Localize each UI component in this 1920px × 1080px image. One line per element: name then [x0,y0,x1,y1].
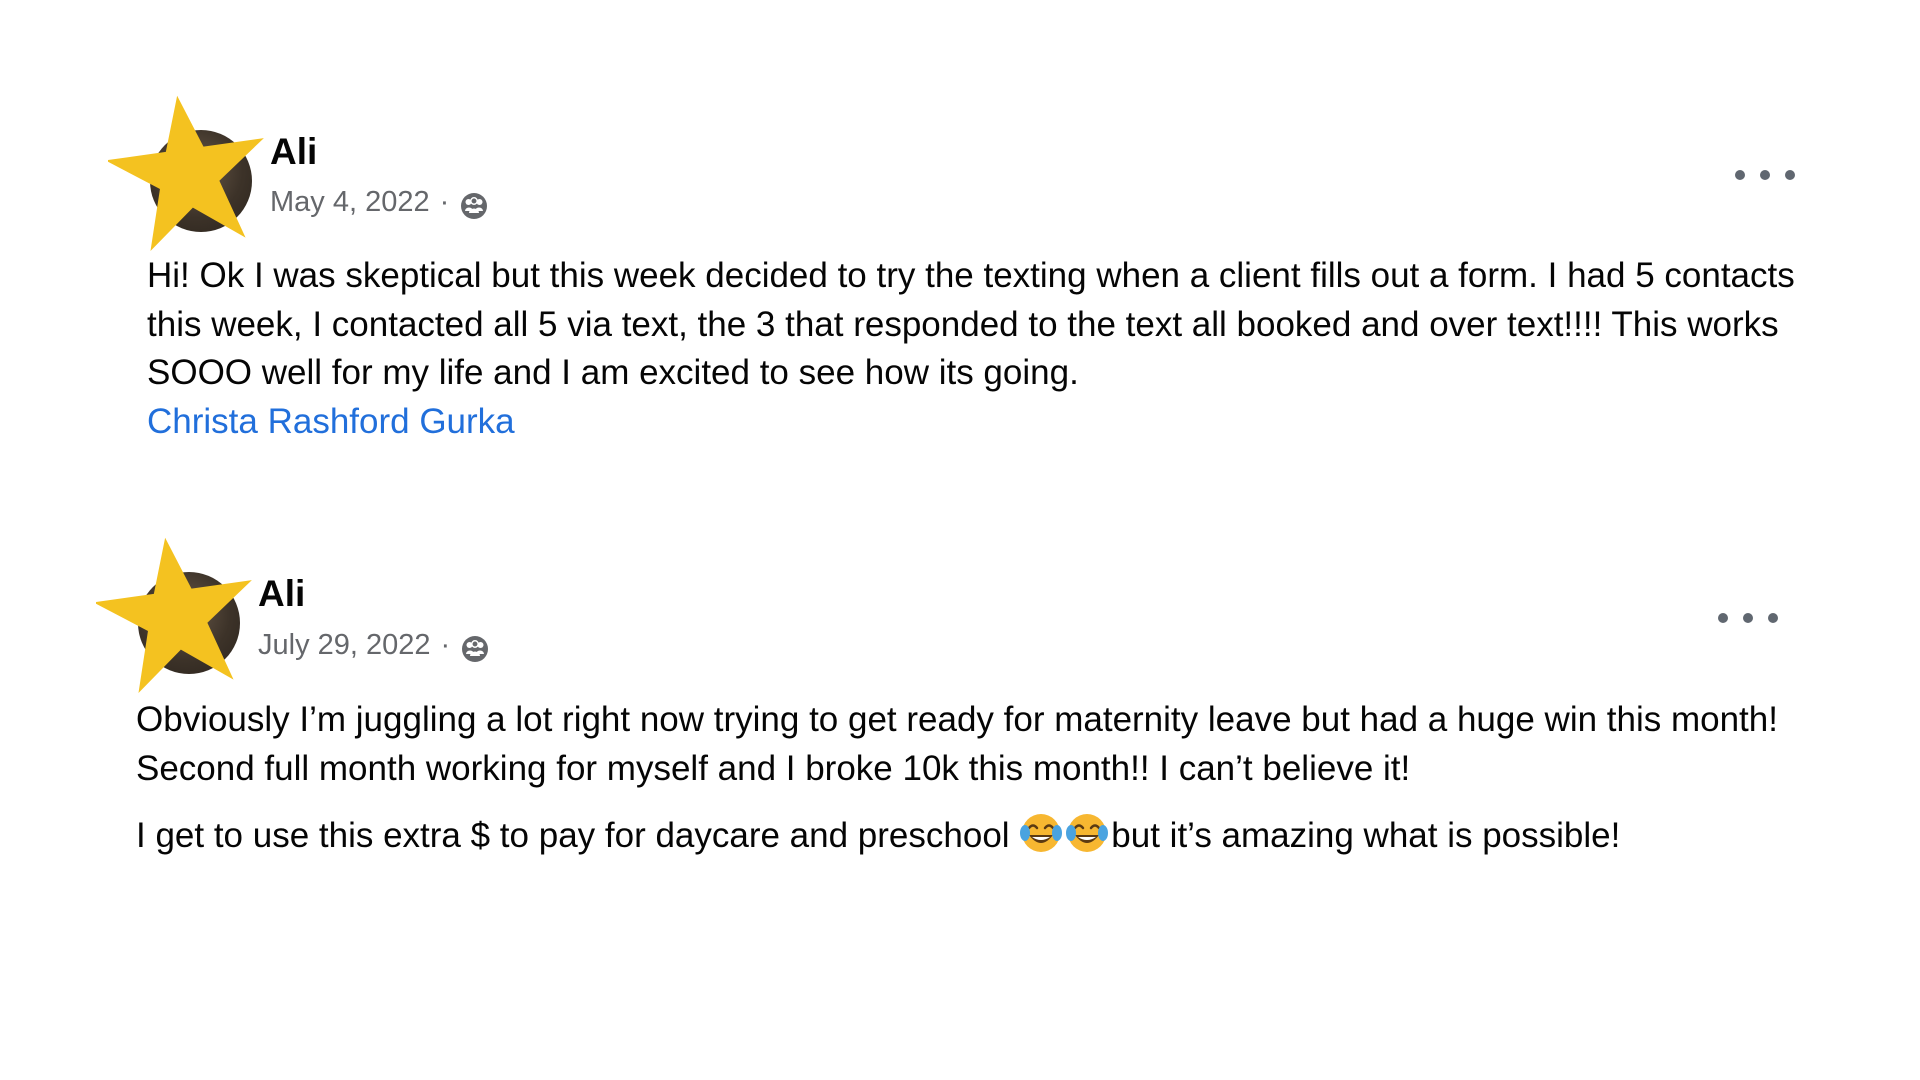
more-options-button[interactable] [1718,598,1778,638]
face-with-tears-of-joy-icon [1020,814,1063,852]
post-text-line: Obviously I’m juggling a lot right now t… [136,700,1778,739]
more-dots-icon [1735,170,1745,180]
more-dots-icon [1768,613,1778,623]
author-name[interactable]: Ali [270,130,317,174]
author-name[interactable]: Ali [258,572,305,616]
star-sticker-icon [108,95,264,251]
more-dots-icon [1785,170,1795,180]
meta-separator: · [439,186,450,218]
face-with-tears-of-joy-icon [1066,814,1109,852]
meta-separator: · [440,629,451,661]
post-meta: May 4, 2022 · [270,184,489,220]
star-sticker-icon [96,537,252,693]
post-body: Obviously I’m juggling a lot right now t… [136,696,1816,861]
more-dots-icon [1743,613,1753,623]
post-text: Hi! Ok I was skeptical but this week dec… [147,256,1795,392]
post-text-line: Second full month working for myself and… [136,748,1411,788]
more-dots-icon [1760,170,1770,180]
post-date[interactable]: July 29, 2022 [258,627,431,663]
more-options-button[interactable] [1735,155,1795,195]
post-text-line: I get to use this extra $ to pay for day… [136,811,1676,861]
mention-link[interactable]: Christa Rashford Gurka [147,402,515,441]
post-text-fragment: I get to use this extra $ to pay for day… [136,816,1020,855]
more-dots-icon [1718,613,1728,623]
group-icon[interactable] [459,191,489,221]
post-meta: July 29, 2022 · [258,627,490,663]
group-icon[interactable] [460,634,490,664]
post-body: Hi! Ok I was skeptical but this week dec… [147,252,1807,446]
post-date[interactable]: May 4, 2022 [270,184,430,220]
post-text-fragment: but it’s amazing what is possible! [1111,816,1621,855]
